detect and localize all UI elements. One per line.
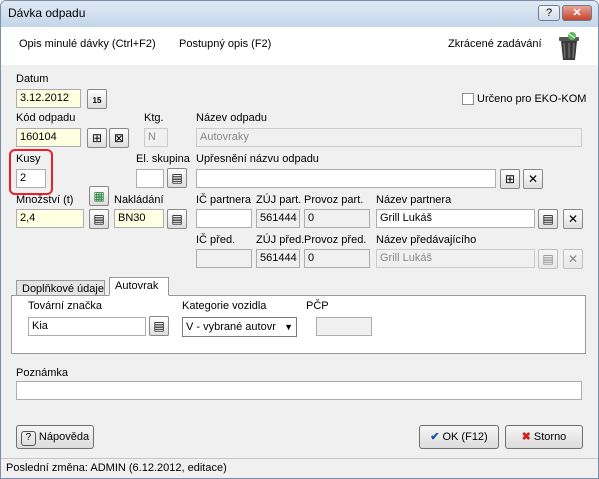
mnozstvi-input[interactable]: 2,4 [16, 209, 84, 228]
tovarni-znacka-label: Tovární značka [28, 300, 102, 312]
datum-input[interactable]: 3.12.2012 [16, 89, 81, 108]
zuj-pred-label: ZÚJ před. [256, 234, 305, 246]
ok-label: OK (F12) [442, 431, 488, 443]
nakladani-note-button[interactable]: ▤ [167, 209, 187, 229]
nazev-odpadu-label: Název odpadu [196, 112, 267, 124]
pcp-label: PČP [306, 300, 329, 312]
el-skupina-note-button[interactable]: ▤ [167, 168, 187, 188]
mnozstvi-label: Množství (t) [16, 194, 74, 206]
partner-note-button[interactable]: ▤ [538, 209, 558, 229]
help-title-button[interactable]: ? [538, 5, 560, 21]
tab-autovrak[interactable]: Autovrak [109, 277, 169, 296]
cancel-x-icon: ✖ [521, 431, 531, 443]
kod-odpadu-label: Kód odpadu [16, 112, 76, 124]
clear-x-icon: ✕ [527, 172, 539, 186]
provoz-part-input: 0 [304, 209, 370, 228]
close-title-button[interactable]: ✕ [562, 5, 592, 21]
tovarni-note-button[interactable]: ▤ [149, 316, 169, 336]
status-bar: Poslední změna: ADMIN (6.12.2012, editac… [1, 458, 598, 478]
catalog-search-icon: ⊠ [113, 131, 125, 145]
nazev-pred-label: Název předávajícího [376, 234, 477, 246]
calculator-icon: ▦ [93, 189, 105, 203]
note-icon: ▤ [153, 319, 165, 333]
note-icon: ▤ [542, 252, 554, 266]
calendar-15-button[interactable]: 15 [87, 89, 107, 109]
dialog-window: Dávka odpadu ? ✕ Opis minulé dávky (Ctrl… [0, 0, 599, 479]
el-skupina-input[interactable] [136, 169, 164, 188]
mnozstvi-calc-button[interactable]: ▤ [89, 209, 109, 229]
note-icon: ▤ [171, 212, 183, 226]
upresneni-clear-button[interactable]: ✕ [523, 169, 543, 189]
upresneni-input[interactable] [196, 169, 496, 188]
nazev-partnera-label: Název partnera [376, 194, 452, 206]
ktg-input: N [144, 128, 168, 147]
catalog-icon: ⊞ [504, 172, 516, 186]
clear-x-icon: ✕ [567, 212, 579, 226]
eko-kom-checkbox[interactable] [462, 93, 474, 105]
ok-button[interactable]: ✔ OK (F12) [419, 425, 499, 449]
provoz-pred-input: 0 [304, 249, 370, 268]
upresneni-lookup-button[interactable]: ⊞ [500, 169, 520, 189]
ktg-label: Ktg. [144, 112, 164, 124]
el-skupina-label: El. skupina [136, 153, 190, 165]
postupny-opis-button[interactable]: Postupný opis (F2) [179, 38, 271, 50]
kusy-input[interactable]: 2 [16, 169, 46, 188]
calculator-button[interactable]: ▦ [89, 186, 109, 206]
catalog-lookup-button[interactable]: ⊞ [87, 128, 107, 148]
nazev-pred-input: Grill Lukáš [376, 249, 535, 268]
tovarni-znacka-input[interactable]: Kia [28, 317, 146, 336]
nakladani-input[interactable]: BN30 [114, 209, 164, 228]
opis-minule-davky-button[interactable]: Opis minulé dávky (Ctrl+F2) [19, 38, 156, 50]
status-text: Poslední změna: ADMIN (6.12.2012, editac… [6, 462, 227, 474]
napoveda-label: Nápověda [38, 431, 90, 443]
poznamka-input[interactable] [16, 381, 582, 400]
kusy-label: Kusy [16, 153, 41, 165]
pcp-input [316, 317, 372, 336]
napoveda-button[interactable]: ? Nápověda [16, 425, 94, 449]
help-icon: ? [20, 431, 36, 446]
check-icon: ✔ [430, 431, 440, 443]
title-bar: Dávka odpadu ? ✕ [1, 1, 598, 27]
ic-partnera-label: IČ partnera [196, 194, 252, 206]
upresneni-label: Upřesnění názvu odpadu [196, 153, 319, 165]
storno-button[interactable]: ✖ Storno [505, 425, 583, 449]
kategorie-value: V - vybrané autovr [186, 321, 276, 333]
provoz-pred-label: Provoz před. [304, 234, 367, 246]
note-icon: ▤ [542, 212, 554, 226]
zuj-part-input: 561444 [256, 209, 300, 228]
poznamka-label: Poznámka [16, 367, 68, 379]
provoz-part-label: Provoz part. [304, 194, 364, 206]
eko-kom-label: Určeno pro EKO-KOM [477, 93, 587, 105]
ic-pred-input [196, 249, 252, 268]
note-icon: ▤ [171, 171, 183, 185]
calendar-icon: 15 [92, 96, 102, 105]
calculator-note-icon: ▤ [93, 212, 105, 226]
nakladani-label: Nakládání [114, 194, 164, 206]
toolbar: Opis minulé dávky (Ctrl+F2) Postupný opi… [1, 27, 598, 66]
zuj-pred-input: 561444 [256, 249, 300, 268]
datum-label: Datum [16, 73, 49, 85]
catalog-search-button[interactable]: ⊠ [109, 128, 129, 148]
clear-x-icon: ✕ [567, 252, 579, 266]
catalog-icon: ⊞ [91, 131, 103, 145]
window-title: Dávka odpadu [8, 6, 86, 20]
ic-partnera-input[interactable] [196, 209, 252, 228]
storno-label: Storno [533, 431, 567, 443]
nazev-partnera-input[interactable]: Grill Lukáš [376, 209, 535, 228]
chevron-down-icon: ▼ [284, 322, 293, 332]
pred-clear-button: ✕ [563, 249, 583, 269]
ic-pred-label: IČ před. [196, 234, 236, 246]
nazev-odpadu-input: Autovraky [196, 128, 582, 147]
trash-bin-icon[interactable] [556, 31, 582, 61]
pred-note-button: ▤ [538, 249, 558, 269]
kategorie-select[interactable]: V - vybrané autovr ▼ [182, 317, 297, 337]
zuj-part-label: ZÚJ part. [256, 194, 302, 206]
kod-odpadu-input[interactable]: 160104 [16, 128, 81, 147]
partner-clear-button[interactable]: ✕ [563, 209, 583, 229]
kategorie-label: Kategorie vozidla [182, 300, 267, 312]
zkracene-zadavani-label: Zkrácené zadávání [448, 38, 542, 50]
